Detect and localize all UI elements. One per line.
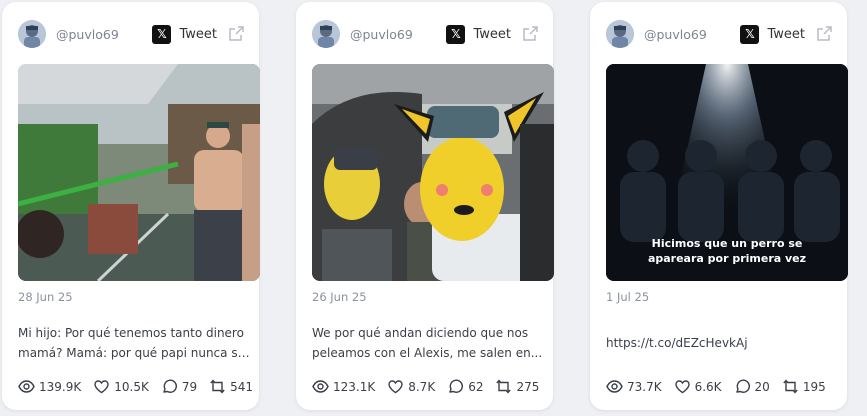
retweets-stat[interactable]: 275	[495, 378, 539, 395]
tweet-stats: 139.9K 10.5K 79 541	[18, 378, 265, 395]
user-handle[interactable]: @puvlo69	[350, 27, 446, 42]
retweets-count: 275	[516, 379, 540, 394]
tweet-text[interactable]: We por qué andan diciendo que nos peleam…	[312, 323, 548, 363]
tweet-text-line: Mi hijo: Por qué tenemos tanto dinero	[18, 326, 244, 340]
replies-count: 79	[181, 379, 198, 394]
views-count: 73.7K	[627, 379, 662, 394]
tweet-label: Tweet	[767, 26, 805, 42]
views-stat: 123.1K	[312, 378, 375, 395]
reply-bubble-icon	[735, 379, 750, 393]
tweet-media[interactable]: Hicimos que un perro se apareara por pri…	[606, 64, 848, 281]
tweet-text[interactable]: Mi hijo: Por qué tenemos tanto dinero ma…	[18, 323, 254, 363]
likes-count: 6.6K	[694, 379, 722, 394]
views-stat: 73.7K	[606, 378, 662, 395]
media-caption: Hicimos que un perro se apareara por pri…	[606, 236, 848, 266]
likes-stat[interactable]: 6.6K	[674, 378, 722, 395]
media-thumbnail	[312, 64, 554, 281]
tweet-card-1[interactable]: @puvlo69 𝕏 Tweet 28 Jun 25 Mi hijo: Por …	[2, 2, 260, 410]
tweet-label: Tweet	[473, 26, 511, 42]
retweets-stat[interactable]: 541	[209, 378, 253, 395]
tweet-link[interactable]: 𝕏 Tweet	[152, 24, 245, 44]
avatar[interactable]	[312, 20, 340, 48]
replies-count: 20	[754, 379, 770, 394]
card-header: @puvlo69 𝕏 Tweet	[606, 18, 833, 50]
replies-stat[interactable]: 62	[447, 378, 483, 395]
external-link-icon[interactable]	[815, 25, 833, 43]
tweet-link[interactable]: 𝕏 Tweet	[446, 24, 539, 44]
tweet-text-line: peleamos con el Alexis, me salen en...	[312, 346, 543, 360]
eye-icon	[606, 380, 623, 393]
media-thumbnail	[18, 64, 260, 281]
retweets-stat[interactable]: 195	[782, 378, 826, 395]
tweet-media[interactable]	[312, 64, 554, 281]
retweet-icon	[783, 379, 798, 394]
tweet-media[interactable]	[18, 64, 260, 281]
card-header: @puvlo69 𝕏 Tweet	[312, 18, 539, 50]
retweets-count: 541	[230, 379, 254, 394]
tweet-card-3[interactable]: @puvlo69 𝕏 Tweet Hicimos que un perro se…	[590, 2, 848, 410]
x-logo-icon: 𝕏	[740, 24, 760, 44]
reply-bubble-icon	[449, 379, 464, 393]
views-count: 139.9K	[39, 379, 82, 394]
x-logo-icon: 𝕏	[152, 24, 172, 44]
eye-icon	[18, 380, 35, 393]
media-caption-line: Hicimos que un perro se	[651, 237, 803, 250]
heart-icon	[94, 380, 109, 394]
tweet-card-2[interactable]: @puvlo69 𝕏 Tweet 26 Jun 25 We por qué an…	[296, 2, 554, 410]
tweet-date: 26 Jun 25	[312, 290, 367, 304]
likes-stat[interactable]: 8.7K	[387, 378, 435, 395]
retweets-count: 195	[802, 379, 826, 394]
replies-stat[interactable]: 20	[734, 378, 770, 395]
tweet-date: 28 Jun 25	[18, 290, 73, 304]
views-stat: 139.9K	[18, 378, 81, 395]
avatar[interactable]	[606, 20, 634, 48]
media-caption-line: apareara por primera vez	[647, 252, 807, 265]
card-header: @puvlo69 𝕏 Tweet	[18, 18, 245, 50]
likes-stat[interactable]: 10.5K	[93, 378, 149, 395]
heart-icon	[388, 380, 403, 394]
likes-count: 10.5K	[114, 379, 149, 394]
tweet-text[interactable]: https://t.co/dEZcHevkAj	[606, 333, 842, 353]
external-link-icon[interactable]	[227, 25, 245, 43]
x-logo-icon: 𝕏	[446, 24, 466, 44]
replies-stat[interactable]: 79	[161, 378, 197, 395]
tweet-text-line: mamá? Mamá: por qué papi nunca se...	[18, 346, 254, 360]
tweet-stats: 123.1K 8.7K 62 275	[312, 378, 551, 395]
external-link-icon[interactable]	[521, 25, 539, 43]
tweet-text-line: We por qué andan diciendo que nos	[312, 326, 529, 340]
user-handle[interactable]: @puvlo69	[56, 27, 152, 42]
retweet-icon	[496, 379, 512, 394]
eye-icon	[312, 380, 329, 393]
tweet-date: 1 Jul 25	[606, 290, 650, 304]
tweet-label: Tweet	[179, 26, 217, 42]
tweet-link[interactable]: 𝕏 Tweet	[740, 24, 833, 44]
tweet-link-text[interactable]: https://t.co/dEZcHevkAj	[606, 333, 842, 353]
avatar[interactable]	[18, 20, 46, 48]
replies-count: 62	[468, 379, 484, 394]
heart-icon	[674, 380, 690, 394]
views-count: 123.1K	[333, 379, 376, 394]
user-handle[interactable]: @puvlo69	[644, 27, 740, 42]
tweet-stats: 73.7K 6.6K 20 195	[606, 378, 838, 395]
retweet-icon	[210, 379, 225, 394]
likes-count: 8.7K	[408, 379, 436, 394]
reply-bubble-icon	[163, 379, 177, 393]
